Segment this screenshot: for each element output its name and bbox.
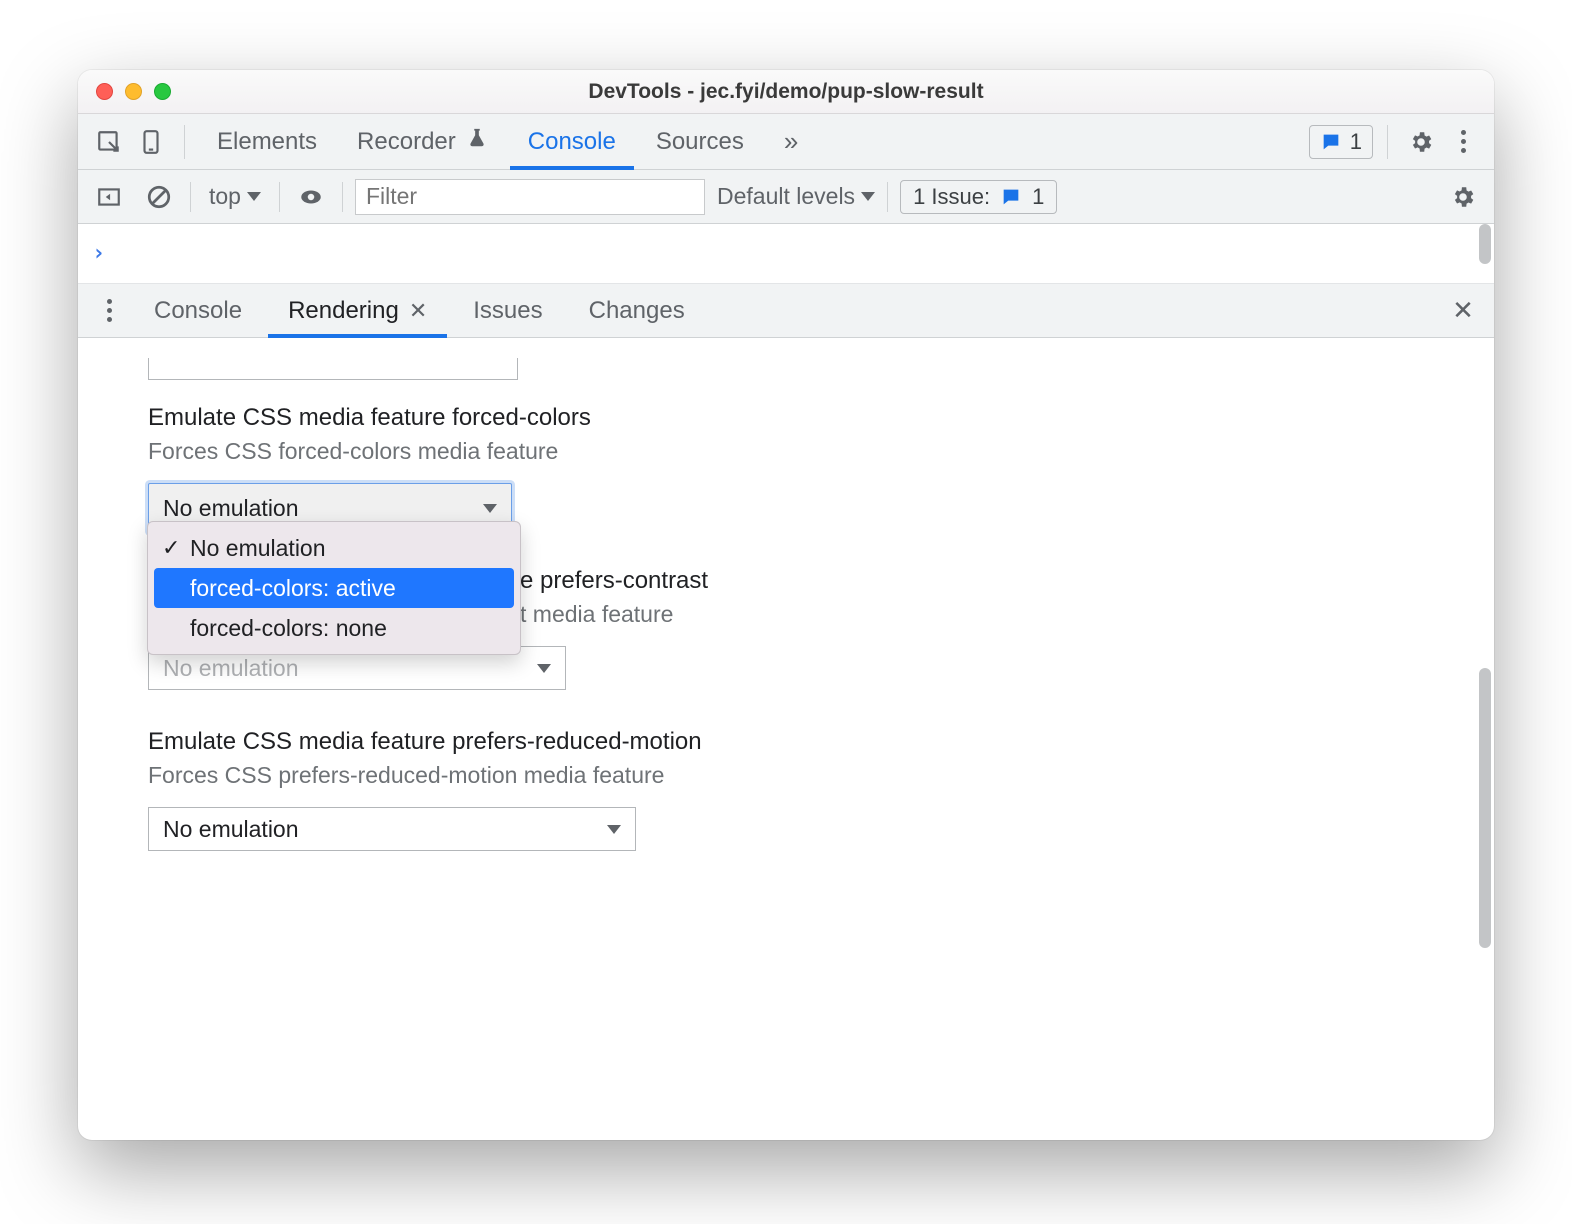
tab-elements[interactable]: Elements [199,114,335,170]
caret-down-icon [607,825,621,834]
separator [184,125,185,159]
tab-console-label: Console [528,128,616,156]
clear-console-icon[interactable] [140,178,178,216]
option-label: forced-colors: active [190,575,396,602]
more-tabs-button[interactable]: » [766,114,816,170]
drawer-tab-rendering[interactable]: Rendering ✕ [268,284,447,338]
close-window-button[interactable] [96,83,113,100]
close-drawer-icon[interactable]: ✕ [1444,292,1482,330]
maximize-window-button[interactable] [154,83,171,100]
context-selector-value: top [209,183,241,210]
device-toolbar-icon[interactable] [132,123,170,161]
more-options-icon[interactable] [1444,123,1482,161]
drawer-tab-changes[interactable]: Changes [569,284,705,338]
drawer-more-icon[interactable] [90,292,128,330]
close-tab-icon[interactable]: ✕ [409,298,427,324]
section-prefers-reduced-motion: Emulate CSS media feature prefers-reduce… [148,728,1424,851]
log-levels-selector[interactable]: Default levels [717,183,875,210]
forced-colors-options-popup: ✓ No emulation forced-colors: active for… [147,521,521,655]
tab-elements-label: Elements [217,128,317,156]
drawer-tabbar: Console Rendering ✕ Issues Changes ✕ [78,284,1494,338]
prompt-chevron-icon: › [92,241,105,266]
issues-chip-count: 1 [1032,184,1044,210]
section-heading: Emulate CSS media feature forced-colors [148,404,1424,432]
issues-badge-button[interactable]: 1 [1309,125,1373,159]
drawer-tab-changes-label: Changes [589,297,685,325]
section-forced-colors: Emulate CSS media feature forced-colors … [148,404,1424,533]
flask-icon [464,127,488,156]
caret-down-icon [247,192,261,201]
tab-sources[interactable]: Sources [638,114,762,170]
option-label: No emulation [190,535,326,562]
tab-console[interactable]: Console [510,114,634,170]
log-levels-value: Default levels [717,183,855,210]
drawer-tab-issues[interactable]: Issues [453,284,562,338]
rendering-panel: Emulate CSS media feature forced-colors … [78,338,1494,1140]
issues-badge-count: 1 [1350,129,1362,155]
console-sidebar-toggle-icon[interactable] [90,178,128,216]
caret-down-icon [861,192,875,201]
truncated-dropdown [148,358,518,380]
caret-down-icon [483,504,497,513]
section-subheading: Forces CSS prefers-reduced-motion media … [148,762,1424,789]
window-controls [96,83,171,100]
inspect-element-icon[interactable] [90,123,128,161]
window-title: DevTools - jec.fyi/demo/pup-slow-result [78,80,1494,104]
devtools-window: DevTools - jec.fyi/demo/pup-slow-result … [78,70,1494,1140]
drawer-tab-issues-label: Issues [473,297,542,325]
live-expression-icon[interactable] [292,178,330,216]
scrollbar-thumb[interactable] [1479,224,1491,264]
option-forced-colors-none[interactable]: forced-colors: none [154,608,514,648]
settings-icon[interactable] [1402,123,1440,161]
minimize-window-button[interactable] [125,83,142,100]
main-tabbar: Elements Recorder Console Sources » 1 [78,114,1494,170]
context-selector[interactable]: top [203,183,267,210]
tab-recorder[interactable]: Recorder [339,114,506,170]
option-no-emulation[interactable]: ✓ No emulation [154,528,514,568]
drawer-tab-console[interactable]: Console [134,284,262,338]
filter-input[interactable] [355,179,705,215]
prefers-reduced-motion-select-value: No emulation [163,816,299,843]
prefers-reduced-motion-select[interactable]: No emulation [148,807,636,851]
tab-recorder-label: Recorder [357,128,456,156]
drawer-tab-console-label: Console [154,297,242,325]
forced-colors-select-value: No emulation [163,495,299,522]
chat-icon [1000,186,1022,208]
more-tabs-glyph: » [784,126,798,157]
console-toolbar: top Default levels 1 Issue: 1 [78,170,1494,224]
option-label: forced-colors: none [190,615,387,642]
titlebar: DevTools - jec.fyi/demo/pup-slow-result [78,70,1494,114]
caret-down-icon [537,664,551,673]
issues-chip[interactable]: 1 Issue: 1 [900,180,1057,214]
checkmark-icon: ✓ [162,535,180,561]
option-forced-colors-active[interactable]: forced-colors: active [154,568,514,608]
console-prompt[interactable]: › [78,224,1494,284]
separator [1387,125,1388,159]
issues-chip-label: 1 Issue: [913,184,990,210]
drawer-tab-rendering-label: Rendering [288,297,399,325]
section-heading: Emulate CSS media feature prefers-reduce… [148,728,1424,756]
section-subheading: Forces CSS forced-colors media feature [148,438,1424,465]
console-settings-icon[interactable] [1444,178,1482,216]
prefers-contrast-select-value: No emulation [163,655,299,682]
chat-icon [1320,131,1342,153]
scrollbar-thumb[interactable] [1479,668,1491,948]
tab-sources-label: Sources [656,128,744,156]
